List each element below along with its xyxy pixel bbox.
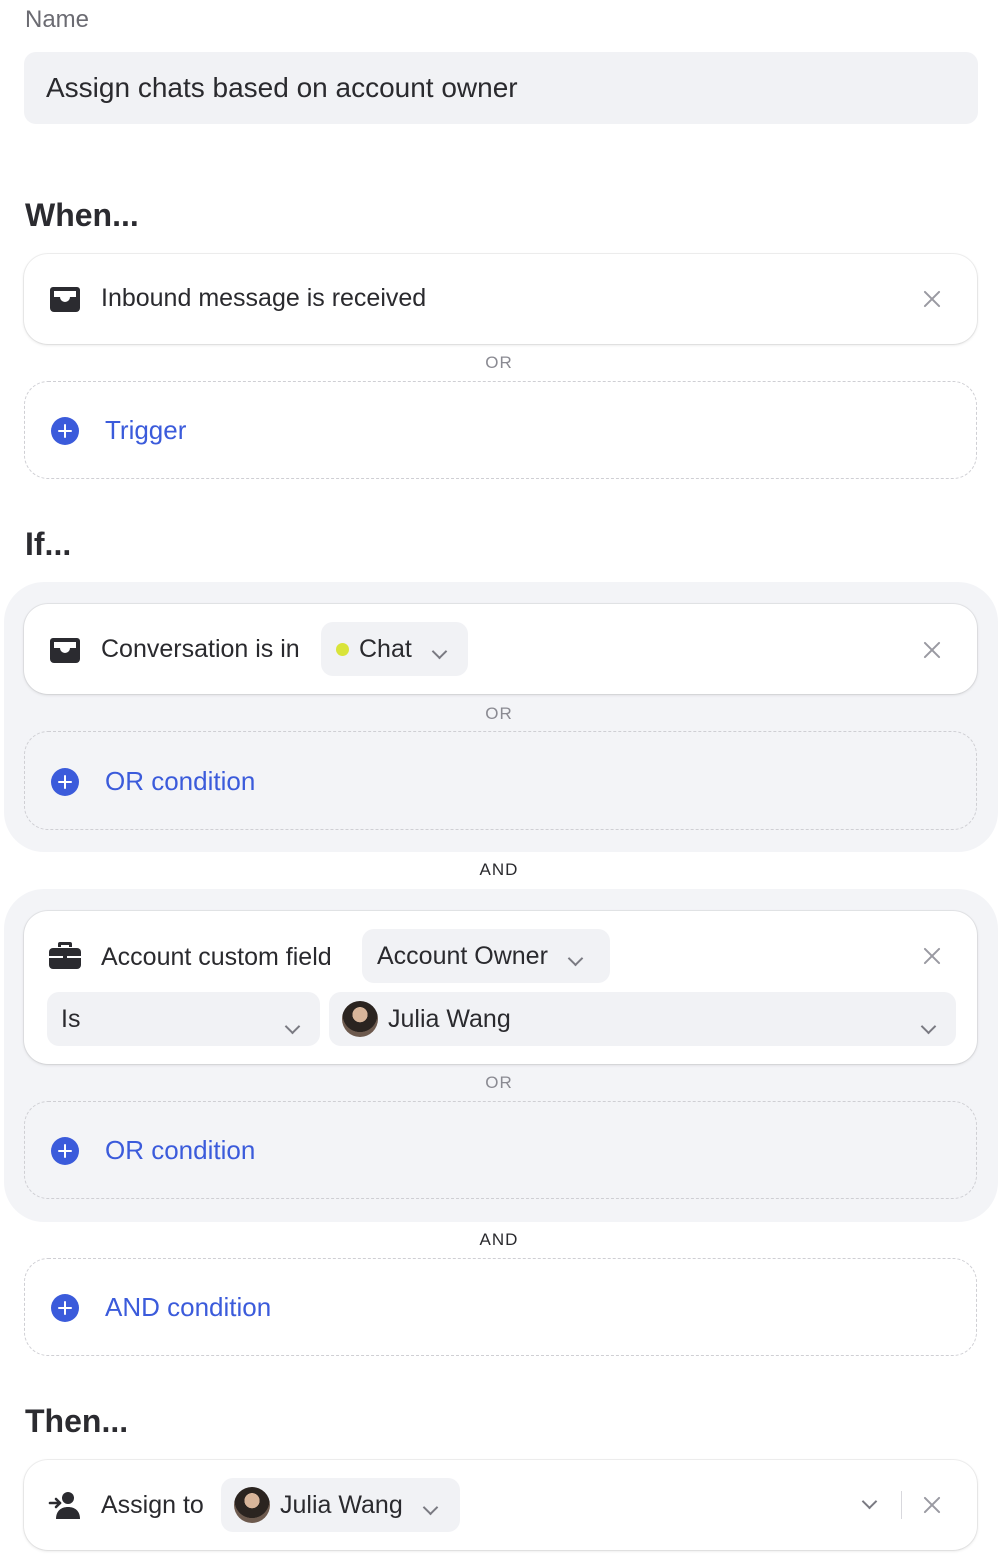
user-select-value: Julia Wang — [388, 1004, 511, 1033]
action-card-assign[interactable]: Assign to Julia Wang — [24, 1460, 977, 1550]
custom-field-select-value: Account Owner — [377, 941, 548, 970]
chevron-down-icon — [567, 942, 584, 971]
operator-select[interactable]: Is — [47, 992, 320, 1046]
avatar — [234, 1487, 270, 1523]
condition-card-channel[interactable]: Conversation is in Chat — [24, 604, 977, 694]
add-plus-icon — [51, 1294, 79, 1322]
remove-trigger-close-icon[interactable] — [922, 289, 942, 309]
or-separator: OR — [485, 353, 513, 372]
briefcase-icon — [48, 938, 82, 972]
and-separator: AND — [479, 1230, 519, 1249]
divider — [901, 1491, 902, 1519]
add-plus-icon — [51, 768, 79, 796]
action-label: Assign to — [101, 1491, 204, 1519]
channel-select[interactable]: Chat — [321, 622, 468, 676]
channel-status-dot — [336, 642, 349, 656]
add-or-condition-button[interactable]: OR condition — [24, 1101, 977, 1199]
then-section-title: Then... — [25, 1403, 129, 1439]
add-trigger-button[interactable]: Trigger — [24, 381, 977, 479]
assign-user-icon — [48, 1488, 82, 1522]
condition-card-account-field[interactable]: Account custom field Account Owner Is Ju… — [24, 911, 977, 1064]
name-input[interactable]: Assign chats based on account owner — [24, 52, 978, 124]
add-and-condition-label: AND condition — [105, 1292, 272, 1322]
remove-action-close-icon[interactable] — [922, 1495, 942, 1515]
condition-label: Conversation is in — [101, 635, 300, 663]
custom-field-select[interactable]: Account Owner — [362, 929, 610, 983]
assignee-select[interactable]: Julia Wang — [221, 1478, 460, 1532]
trigger-card[interactable]: Inbound message is received — [24, 254, 977, 344]
inbox-icon — [48, 282, 82, 316]
assignee-select-value: Julia Wang — [280, 1490, 403, 1519]
add-plus-icon — [51, 1137, 79, 1165]
add-or-condition-button[interactable]: OR condition — [24, 731, 977, 830]
user-select[interactable]: Julia Wang — [329, 992, 956, 1046]
chevron-down-icon — [431, 635, 448, 664]
condition-label: Account custom field — [101, 943, 332, 971]
add-trigger-label: Trigger — [105, 415, 187, 445]
inbox-icon — [48, 633, 82, 667]
action-options-chevron-down-icon[interactable] — [861, 1493, 878, 1512]
when-section-title: When... — [25, 197, 139, 233]
add-or-condition-label: OR condition — [105, 766, 256, 796]
avatar — [342, 1001, 378, 1037]
chevron-down-icon — [422, 1491, 439, 1520]
add-and-condition-button[interactable]: AND condition — [24, 1258, 977, 1356]
remove-condition-close-icon[interactable] — [922, 640, 942, 660]
add-or-condition-label: OR condition — [105, 1135, 256, 1165]
or-separator: OR — [485, 1073, 513, 1092]
chevron-down-icon — [284, 1010, 301, 1039]
trigger-label: Inbound message is received — [101, 284, 427, 312]
and-separator: AND — [479, 860, 519, 879]
chevron-down-icon — [920, 1010, 937, 1039]
name-label: Name — [25, 6, 90, 33]
channel-select-value: Chat — [359, 634, 412, 663]
if-section-title: If... — [25, 526, 72, 562]
name-input-value: Assign chats based on account owner — [46, 72, 518, 103]
or-separator: OR — [485, 704, 513, 723]
remove-condition-close-icon[interactable] — [922, 946, 942, 966]
operator-select-value: Is — [61, 1004, 81, 1033]
add-plus-icon — [51, 417, 79, 445]
